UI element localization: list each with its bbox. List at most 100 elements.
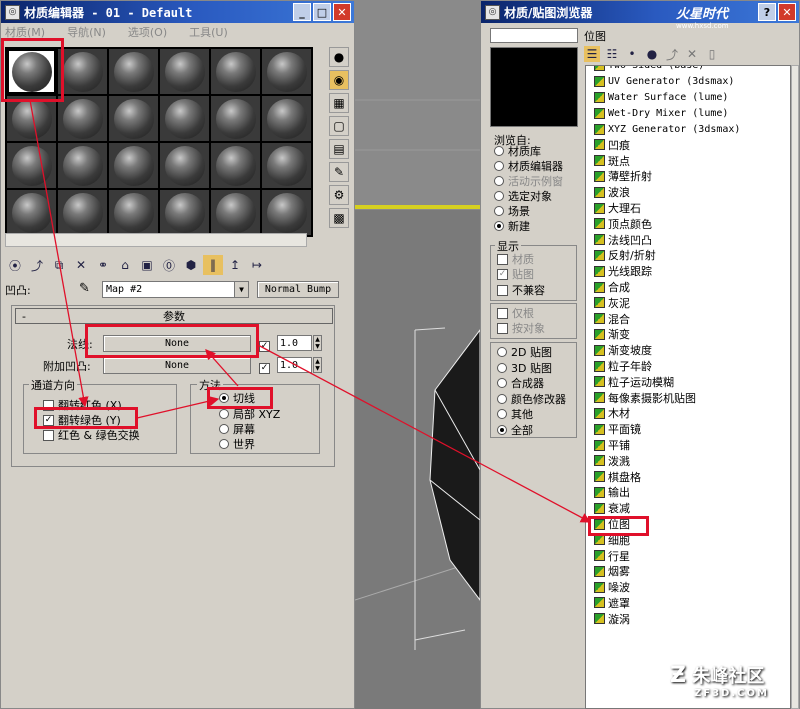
map-list-item[interactable]: 反射/折射 xyxy=(594,248,790,264)
select-by-material-icon[interactable]: ▩ xyxy=(329,208,349,228)
backlight-icon[interactable]: ◉ xyxy=(329,70,349,90)
sample-slot[interactable] xyxy=(160,96,209,141)
map-list-item[interactable]: 顶点颜色 xyxy=(594,216,790,232)
method-option-world[interactable]: 世界 xyxy=(219,437,255,451)
go-forward-icon[interactable]: ↦ xyxy=(247,255,267,275)
additional-bump-checkbox[interactable]: ✓ xyxy=(259,360,270,374)
map-list-item[interactable]: 平面镜 xyxy=(594,421,790,437)
normal-amount-spinner[interactable]: ▲ ▼ xyxy=(313,335,322,351)
map-list-item[interactable]: 灰泥 xyxy=(594,295,790,311)
reset-icon[interactable]: ✕ xyxy=(71,255,91,275)
sample-slot[interactable] xyxy=(211,96,260,141)
filter-color-mods[interactable]: 颜色修改器 xyxy=(497,392,566,406)
map-list-item[interactable]: 粒子运动模糊 xyxy=(594,374,790,390)
sample-slot[interactable] xyxy=(262,143,311,188)
map-list-item[interactable]: 输出 xyxy=(594,485,790,501)
get-material-icon[interactable]: ⦿ xyxy=(5,255,25,275)
view-small-icons-icon[interactable]: • xyxy=(624,46,640,62)
map-list-item[interactable]: 斑点 xyxy=(594,153,790,169)
sample-slot[interactable] xyxy=(58,49,107,94)
make-preview-icon[interactable]: ✎ xyxy=(329,162,349,182)
map-list-item[interactable]: UV Generator (3dsmax) xyxy=(594,74,790,90)
sample-slot[interactable] xyxy=(211,143,260,188)
additional-bump-amount[interactable]: 1.0 xyxy=(277,357,312,373)
sample-type-icon[interactable]: ● xyxy=(329,47,349,67)
browse-from-new[interactable]: 新建 xyxy=(494,219,563,233)
clear-library-icon[interactable]: ▯ xyxy=(704,46,720,62)
map-list-item[interactable]: 漩涡 xyxy=(594,611,790,627)
put-to-scene-icon[interactable]: ⤴ xyxy=(27,255,47,275)
map-list-item[interactable]: 粒子年龄 xyxy=(594,358,790,374)
map-list[interactable]: Two Sided (base) UV Generator (3dsmax) Wat… xyxy=(585,65,791,709)
sample-slot[interactable] xyxy=(109,49,158,94)
map-list-item[interactable]: 遮罩 xyxy=(594,595,790,611)
dropdown-arrow-icon[interactable]: ▼ xyxy=(234,282,248,297)
map-list-item[interactable]: 平铺 xyxy=(594,437,790,453)
map-list-item[interactable]: 渐变 xyxy=(594,327,790,343)
map-list-item[interactable]: 棋盘格 xyxy=(594,469,790,485)
menu-navigation[interactable]: 导航(N) xyxy=(67,24,106,40)
sample-slot[interactable] xyxy=(262,190,311,235)
sample-slot[interactable] xyxy=(109,96,158,141)
map-list-item[interactable]: 大理石 xyxy=(594,200,790,216)
parameters-rollout-header[interactable]: - 参数 xyxy=(15,308,333,324)
put-to-library-icon[interactable]: ▣ xyxy=(137,255,157,275)
sample-slot[interactable] xyxy=(7,96,56,141)
map-list-item[interactable]: Two Sided (base) xyxy=(594,66,790,74)
show-end-result-icon[interactable]: ‖ xyxy=(203,255,223,275)
additional-bump-spinner[interactable]: ▲ ▼ xyxy=(313,357,322,373)
swap-rg-checkbox[interactable] xyxy=(43,429,54,441)
background-icon[interactable]: ▦ xyxy=(329,93,349,113)
filter-all[interactable]: 全部 xyxy=(497,423,566,437)
map-list-item[interactable]: 凹痕 xyxy=(594,137,790,153)
sample-slot[interactable] xyxy=(7,190,56,235)
map-type-button[interactable]: Normal Bump xyxy=(257,281,339,298)
delete-icon[interactable]: ✕ xyxy=(684,46,700,62)
root-only-option[interactable]: 仅根 xyxy=(497,306,534,320)
additional-bump-button[interactable]: None xyxy=(103,357,251,374)
filter-other[interactable]: 其他 xyxy=(497,407,566,421)
map-list-item[interactable]: 每像素摄影机贴图 xyxy=(594,390,790,406)
normal-enable-checkbox[interactable]: ✓ xyxy=(259,338,270,352)
map-list-item[interactable]: 混合 xyxy=(594,311,790,327)
slots-scrollbar[interactable] xyxy=(5,233,307,247)
maximize-button[interactable]: □ xyxy=(313,3,331,21)
by-object-option[interactable]: 按对象 xyxy=(497,321,545,335)
menu-options[interactable]: 选项(O) xyxy=(128,24,167,40)
go-to-parent-icon[interactable]: ↥ xyxy=(225,255,245,275)
sample-slot[interactable] xyxy=(109,190,158,235)
pick-icon[interactable]: ✎ xyxy=(79,281,90,296)
sample-slot[interactable] xyxy=(262,49,311,94)
view-list-icons-icon[interactable]: ☷ xyxy=(604,46,620,62)
map-list-item[interactable]: 行星 xyxy=(594,548,790,564)
sample-slot[interactable] xyxy=(160,49,209,94)
make-unique-icon[interactable]: ⌂ xyxy=(115,255,135,275)
map-list-item[interactable]: 烟雾 xyxy=(594,564,790,580)
sample-slot[interactable] xyxy=(58,96,107,141)
method-option-local-xyz[interactable]: 局部 XYZ xyxy=(219,407,280,421)
map-list-item[interactable]: 噪波 xyxy=(594,579,790,595)
map-list-item[interactable]: Wet-Dry Mixer (lume) xyxy=(594,105,790,121)
menu-utilities[interactable]: 工具(U) xyxy=(189,24,228,40)
show-map-icon[interactable]: ⬢ xyxy=(181,255,201,275)
map-list-item[interactable]: 法线凹凸 xyxy=(594,232,790,248)
sample-slot[interactable] xyxy=(7,143,56,188)
browser-search-field[interactable] xyxy=(490,28,578,43)
browse-from-selected[interactable]: 选定对象 xyxy=(494,189,563,203)
map-list-item[interactable]: 木材 xyxy=(594,406,790,422)
sample-slot[interactable] xyxy=(58,143,107,188)
filter-3d-maps[interactable]: 3D 贴图 xyxy=(497,361,566,375)
view-large-icons-icon[interactable]: ● xyxy=(644,46,660,62)
sample-slot[interactable] xyxy=(109,143,158,188)
browse-from-active-slot[interactable]: 活动示例窗 xyxy=(494,174,563,188)
map-list-item[interactable]: 薄壁折射 xyxy=(594,169,790,185)
sample-slot[interactable] xyxy=(160,190,209,235)
minimize-button[interactable]: _ xyxy=(293,3,311,21)
sample-slot[interactable] xyxy=(211,49,260,94)
browse-from-scene[interactable]: 场景 xyxy=(494,204,563,218)
radio[interactable] xyxy=(219,424,229,434)
uv-tiling-icon[interactable]: ▢ xyxy=(329,116,349,136)
show-incompatible-option[interactable]: 不兼容 xyxy=(497,283,545,297)
sample-slot[interactable] xyxy=(58,190,107,235)
filter-compositors[interactable]: 合成器 xyxy=(497,376,566,390)
